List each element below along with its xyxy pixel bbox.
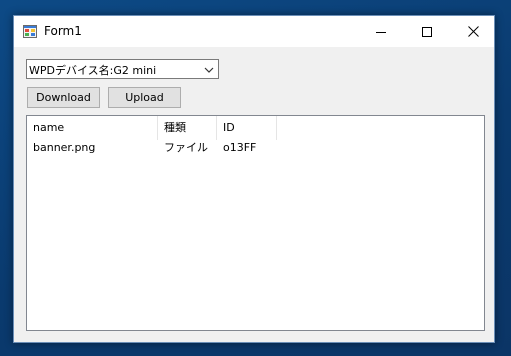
list-item-id: o13FF <box>223 141 257 154</box>
window-title: Form1 <box>44 24 82 38</box>
file-list-view[interactable]: name 種類 ID banner.png ファイル o13FF <box>26 115 485 331</box>
list-header: name 種類 ID <box>27 116 484 140</box>
download-button[interactable]: Download <box>27 87 100 108</box>
device-select-value: WPDデバイス名:G2 mini <box>29 64 157 77</box>
close-icon <box>467 26 479 37</box>
device-select[interactable]: WPDデバイス名:G2 mini <box>26 59 219 79</box>
list-item-type: ファイル <box>164 141 208 154</box>
column-header-name[interactable]: name <box>27 116 158 140</box>
list-item-name: banner.png <box>33 141 96 154</box>
chevron-down-icon <box>204 67 214 73</box>
list-item[interactable]: banner.png ファイル o13FF <box>27 140 484 158</box>
minimize-button[interactable] <box>358 16 404 47</box>
app-window: Form1 WPDデバイス名:G2 mini Download Upload n… <box>13 15 495 343</box>
column-header-id[interactable]: ID <box>217 116 277 140</box>
title-bar[interactable]: Form1 <box>14 16 494 47</box>
maximize-icon <box>422 26 432 37</box>
upload-button[interactable]: Upload <box>108 87 181 108</box>
minimize-icon <box>376 31 386 33</box>
maximize-button[interactable] <box>404 16 450 47</box>
form-app-icon <box>23 25 37 38</box>
close-button[interactable] <box>450 16 496 47</box>
column-header-type[interactable]: 種類 <box>158 116 217 140</box>
form-client-area: WPDデバイス名:G2 mini Download Upload name 種類… <box>14 47 494 342</box>
